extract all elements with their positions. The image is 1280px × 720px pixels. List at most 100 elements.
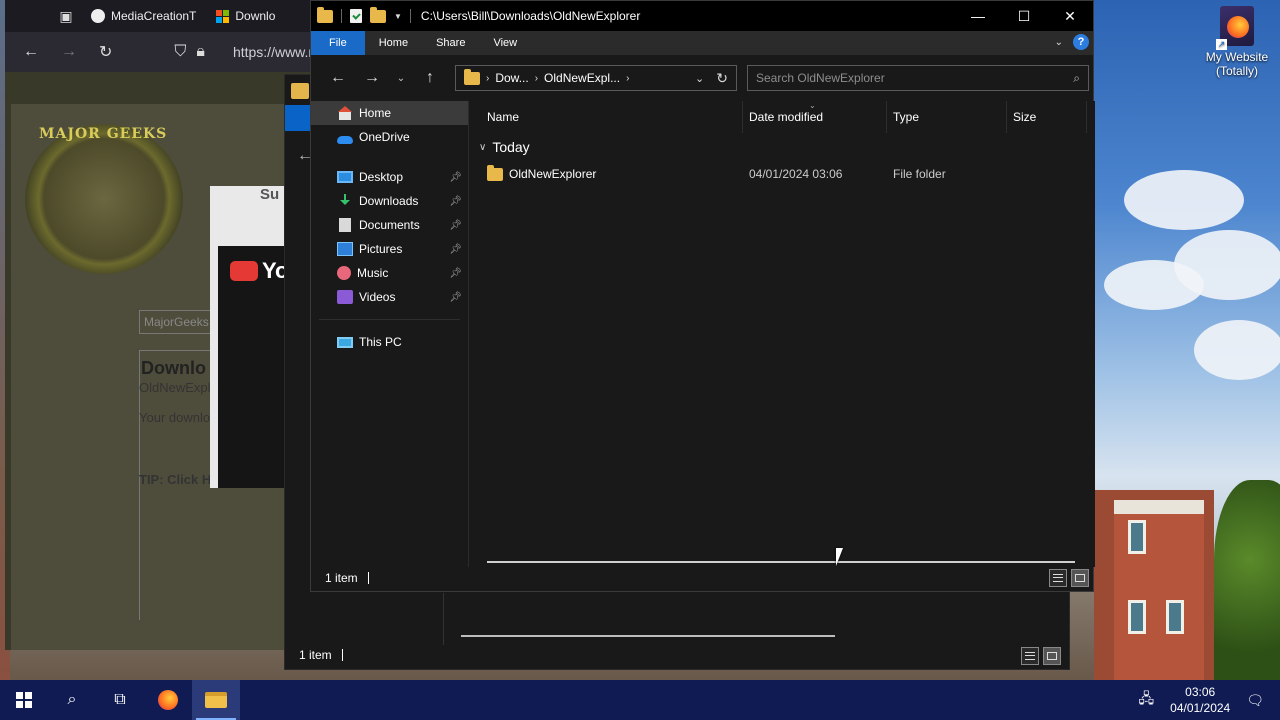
lock-icon[interactable]: 🔒︎ [196,43,205,61]
breadcrumb-oldnewexplorer[interactable]: OldNewExpl... [544,71,620,85]
address-bar[interactable]: › Dow... › OldNewExpl... › ⌄ ↻ [455,65,737,91]
forward-arrow-icon[interactable]: → [355,69,389,87]
large-icons-view-button[interactable] [1043,647,1061,665]
horizontal-scrollbar[interactable] [461,635,835,637]
close-button[interactable]: ✕ [1047,1,1093,31]
browser-tab-github[interactable]: MediaCreationT [81,1,206,31]
browser-tabstrip: ▣ MediaCreationT Downlo [5,0,315,32]
site-search-input[interactable]: MajorGeeks [139,310,219,334]
large-icons-view-button[interactable] [1071,569,1089,587]
file-explorer-window[interactable]: ▼ C:\Users\Bill\Downloads\OldNewExplorer… [310,0,1095,592]
pin-icon[interactable]: 📌︎ [449,268,462,279]
nav-item-this-pc[interactable]: This PC [311,330,468,354]
file-explorer-icon [205,692,227,708]
major-geeks-logo [25,124,183,274]
search-icon[interactable]: ⌕ [1073,71,1080,86]
file-row[interactable]: OldNewExplorer 04/01/2024 03:06 File fol… [487,163,1087,185]
documents-icon [339,218,351,232]
refresh-icon[interactable]: ↻ [716,70,728,87]
reload-icon[interactable]: ↻ [99,42,112,62]
nav-item-label: Music [357,266,389,280]
folder-icon [317,6,333,23]
column-name[interactable]: Name [481,101,743,133]
tab-home[interactable]: Home [365,31,422,55]
clock[interactable]: 03:06 04/01/2024 [1170,684,1230,716]
nav-item-documents[interactable]: Documents 📌︎ [311,213,468,237]
address-row: ← → ⌄ ↑ › Dow... › OldNewExpl... › ⌄ ↻ S… [311,55,1093,101]
breadcrumb-downloads[interactable]: Dow... [495,71,528,85]
recent-locations-icon[interactable]: ⌄ [389,73,413,84]
nav-item-desktop[interactable]: Desktop 📌︎ [311,165,468,189]
help-icon[interactable]: ? [1073,34,1089,50]
task-view-button[interactable]: ⧉ [96,680,144,720]
firefox-shortcut-icon: ↗ [1216,6,1254,50]
address-dropdown-icon[interactable]: ⌄ [695,72,704,85]
tab-share[interactable]: Share [422,31,479,55]
url-bar[interactable]: https://www.m [233,44,315,60]
tab-list-icon[interactable]: ▣ [51,8,81,25]
firefox-icon [158,690,178,710]
search-icon: ⌕ [67,691,77,708]
start-button[interactable] [0,680,48,720]
browser-window[interactable]: ▣ MediaCreationT Downlo ← → ↻ ⛉ 🔒︎ https… [5,0,315,650]
taskbar-file-explorer[interactable] [192,680,240,720]
browser-tab-download[interactable]: Downlo [206,1,285,31]
back-arrow-icon[interactable]: ← [321,69,355,87]
chevron-right-icon[interactable]: › [486,73,489,84]
download-text: Your downlo [139,410,211,425]
folder-icon [464,68,480,85]
search-input[interactable]: Search OldNewExplorer ⌕ [747,65,1089,91]
videos-icon [337,290,353,304]
mouse-cursor [836,548,843,566]
nav-item-downloads[interactable]: Downloads 📌︎ [311,189,468,213]
web-page: MAJOR GEEKS MajorGeeks Downlo OldNewExpl… [5,72,315,650]
network-icon[interactable]: 🖧︎ [1139,688,1155,712]
back-arrow-icon[interactable]: ← [23,43,39,61]
desktop-icon [337,171,353,183]
group-header-today[interactable]: ∨ Today [479,139,530,155]
nav-item-videos[interactable]: Videos 📌︎ [311,285,468,309]
nav-item-label: Videos [359,290,396,304]
expand-ribbon-icon[interactable]: ⌄ [1055,37,1063,48]
notifications-icon[interactable]: 🗨︎ [1246,692,1264,709]
column-type[interactable]: Type [887,101,1007,133]
column-size[interactable]: Size [1007,101,1087,133]
nav-item-label: OneDrive [359,130,410,144]
nav-item-onedrive[interactable]: OneDrive [311,125,468,149]
pin-icon[interactable]: 📌︎ [449,292,462,303]
pin-icon[interactable]: 📌︎ [449,244,462,255]
download-subtitle: OldNewExpl [139,380,211,395]
pin-icon[interactable]: 📌︎ [449,196,462,207]
desktop-icon-label: My Website (Totally) [1205,50,1269,78]
desktop-wallpaper [1094,0,1280,680]
chevron-right-icon[interactable]: › [535,73,538,84]
properties-icon[interactable] [350,9,362,23]
customize-toolbar-icon[interactable]: ▼ [394,12,402,21]
chevron-down-icon[interactable]: ∨ [479,142,486,153]
new-folder-icon[interactable] [370,6,386,23]
pin-icon[interactable]: 📌︎ [449,220,462,231]
nav-item-home[interactable]: Home [311,101,468,125]
maximize-button[interactable]: ☐ [1001,1,1047,31]
taskbar-firefox[interactable] [144,680,192,720]
desktop-icon-my-website[interactable]: ↗ My Website (Totally) [1200,6,1274,78]
details-view-button[interactable] [1021,647,1039,665]
horizontal-scrollbar[interactable] [487,561,1075,563]
search-button[interactable]: ⌕ [48,680,96,720]
nav-item-music[interactable]: Music 📌︎ [311,261,468,285]
up-arrow-icon[interactable]: ↑ [413,69,447,87]
chevron-right-icon[interactable]: › [626,73,629,84]
pin-icon[interactable]: 📌︎ [449,172,462,183]
details-view-button[interactable] [1049,569,1067,587]
forward-arrow-icon[interactable]: → [61,43,77,61]
tab-file[interactable]: File [311,31,365,55]
nav-item-pictures[interactable]: Pictures 📌︎ [311,237,468,261]
shield-icon[interactable]: ⛉ [174,43,186,61]
nav-item-label: Downloads [359,194,419,208]
search-placeholder: Search OldNewExplorer [756,71,885,85]
column-header: Name Date modified Type Size ⌄ [469,101,1095,133]
file-tab-partial[interactable] [285,105,311,131]
tab-view[interactable]: View [479,31,531,55]
minimize-button[interactable]: — [955,1,1001,31]
title-bar: ▼ C:\Users\Bill\Downloads\OldNewExplorer… [311,1,1093,31]
